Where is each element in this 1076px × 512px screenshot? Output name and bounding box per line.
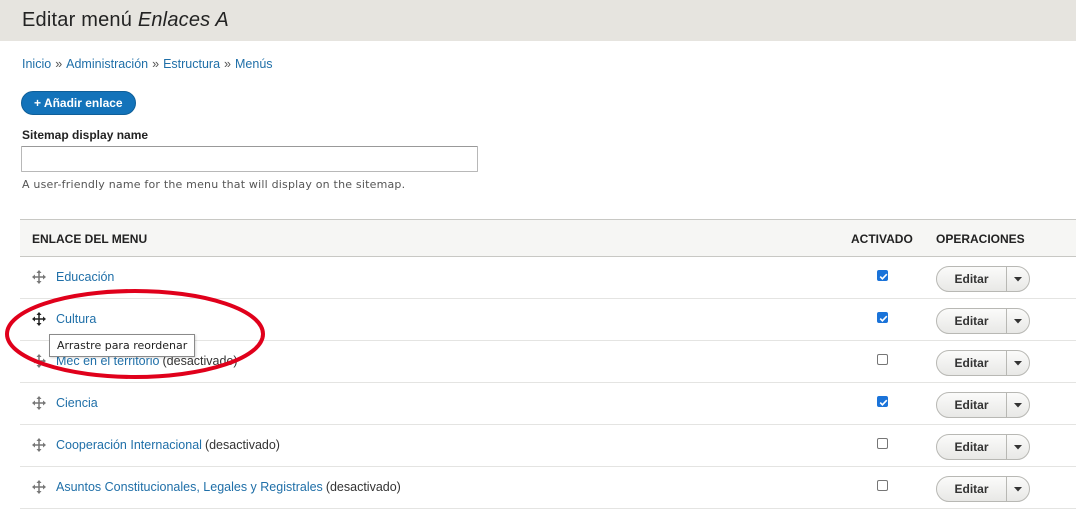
menu-links-table: ENLACE DEL MENU ACTIVADO OPERACIONES Edu… — [20, 219, 1076, 509]
edit-button[interactable]: Editar — [937, 435, 1007, 459]
checkmark-icon — [879, 315, 888, 322]
table-row: Ciencia Editar — [20, 383, 1076, 425]
disabled-note: (desactivado) — [204, 438, 280, 452]
caret-down-icon — [1014, 318, 1022, 323]
page-title-prefix: Editar menú — [22, 9, 133, 31]
operations-toggle[interactable] — [1007, 393, 1029, 417]
enabled-checkbox[interactable] — [877, 270, 888, 281]
checkmark-icon — [879, 399, 888, 406]
add-link-button[interactable]: + Añadir enlace — [21, 91, 136, 115]
page-title-menu-name: Enlaces A — [137, 9, 229, 31]
menu-link[interactable]: Ciencia — [56, 396, 98, 410]
enabled-checkbox[interactable] — [877, 312, 888, 323]
caret-down-icon — [1014, 276, 1022, 281]
breadcrumb-separator: » — [224, 57, 231, 71]
column-header-enabled: ACTIVADO — [851, 232, 913, 246]
operations-dropbutton: Editar — [936, 308, 1030, 334]
menu-link-cell: Asuntos Constitucionales, Legales y Regi… — [56, 480, 401, 494]
operations-toggle[interactable] — [1007, 309, 1029, 333]
drag-handle-icon[interactable] — [32, 312, 46, 326]
menu-link-cell: Cooperación Internacional (desactivado) — [56, 438, 280, 452]
edit-button[interactable]: Editar — [937, 351, 1007, 375]
breadcrumb-link-administracion[interactable]: Administración — [66, 57, 148, 71]
enabled-checkbox[interactable] — [877, 480, 888, 491]
breadcrumb-link-estructura[interactable]: Estructura — [163, 57, 220, 71]
menu-link-cell: Cultura — [56, 312, 96, 326]
edit-button[interactable]: Editar — [937, 393, 1007, 417]
page-header: Editar menú Enlaces A — [0, 0, 1076, 41]
column-header-link: ENLACE DEL MENU — [32, 232, 148, 246]
menu-link-cell: Ciencia — [56, 396, 98, 410]
edit-button[interactable]: Editar — [937, 309, 1007, 333]
breadcrumb-separator: » — [55, 57, 63, 71]
drag-tooltip: Arrastre para reordenar — [49, 334, 196, 357]
menu-link[interactable]: Asuntos Constitucionales, Legales y Regi… — [56, 480, 323, 494]
breadcrumb-link-inicio[interactable]: Inicio — [22, 57, 51, 71]
menu-link[interactable]: Cooperación Internacional — [56, 438, 202, 452]
operations-dropbutton: Editar — [936, 350, 1030, 376]
disabled-note: (desactivado) — [325, 480, 401, 494]
operations-toggle[interactable] — [1007, 477, 1029, 501]
table-row: Asuntos Constitucionales, Legales y Regi… — [20, 467, 1076, 509]
caret-down-icon — [1014, 402, 1022, 407]
operations-dropbutton: Editar — [936, 266, 1030, 292]
edit-button[interactable]: Editar — [937, 477, 1007, 501]
drag-handle-icon[interactable] — [32, 438, 46, 452]
menu-link-cell: Educación — [56, 270, 114, 284]
caret-down-icon — [1014, 360, 1022, 365]
operations-dropbutton: Editar — [936, 434, 1030, 460]
breadcrumb-link-menus[interactable]: Menús — [235, 57, 273, 71]
caret-down-icon — [1014, 444, 1022, 449]
operations-toggle[interactable] — [1007, 435, 1029, 459]
drag-handle-icon[interactable] — [32, 396, 46, 410]
drag-handle-icon[interactable] — [32, 270, 46, 284]
enabled-checkbox[interactable] — [877, 438, 888, 449]
table-row: Educación Editar — [20, 257, 1076, 299]
operations-toggle[interactable] — [1007, 267, 1029, 291]
table-header: ENLACE DEL MENU ACTIVADO OPERACIONES — [20, 219, 1076, 257]
page-title: Editar menú Enlaces A — [22, 9, 229, 32]
caret-down-icon — [1014, 486, 1022, 491]
operations-toggle[interactable] — [1007, 351, 1029, 375]
menu-link[interactable]: Cultura — [56, 312, 96, 326]
table-row: Cooperación Internacional (desactivado) E… — [20, 425, 1076, 467]
drag-handle-icon[interactable] — [32, 480, 46, 494]
operations-dropbutton: Editar — [936, 392, 1030, 418]
operations-dropbutton: Editar — [936, 476, 1030, 502]
enabled-checkbox[interactable] — [877, 354, 888, 365]
column-header-operations: OPERACIONES — [936, 232, 1025, 246]
edit-button[interactable]: Editar — [937, 267, 1007, 291]
breadcrumb: Inicio» Administración» Estructura» Menús — [22, 57, 273, 71]
sitemap-name-label: Sitemap display name — [22, 128, 149, 142]
menu-link[interactable]: Educación — [56, 270, 114, 284]
enabled-checkbox[interactable] — [877, 396, 888, 407]
drag-handle-icon[interactable] — [32, 354, 46, 368]
checkmark-icon — [879, 273, 888, 280]
sitemap-name-input[interactable] — [21, 146, 478, 172]
breadcrumb-separator: » — [152, 57, 160, 71]
sitemap-name-description: A user-friendly name for the menu that w… — [22, 178, 406, 191]
